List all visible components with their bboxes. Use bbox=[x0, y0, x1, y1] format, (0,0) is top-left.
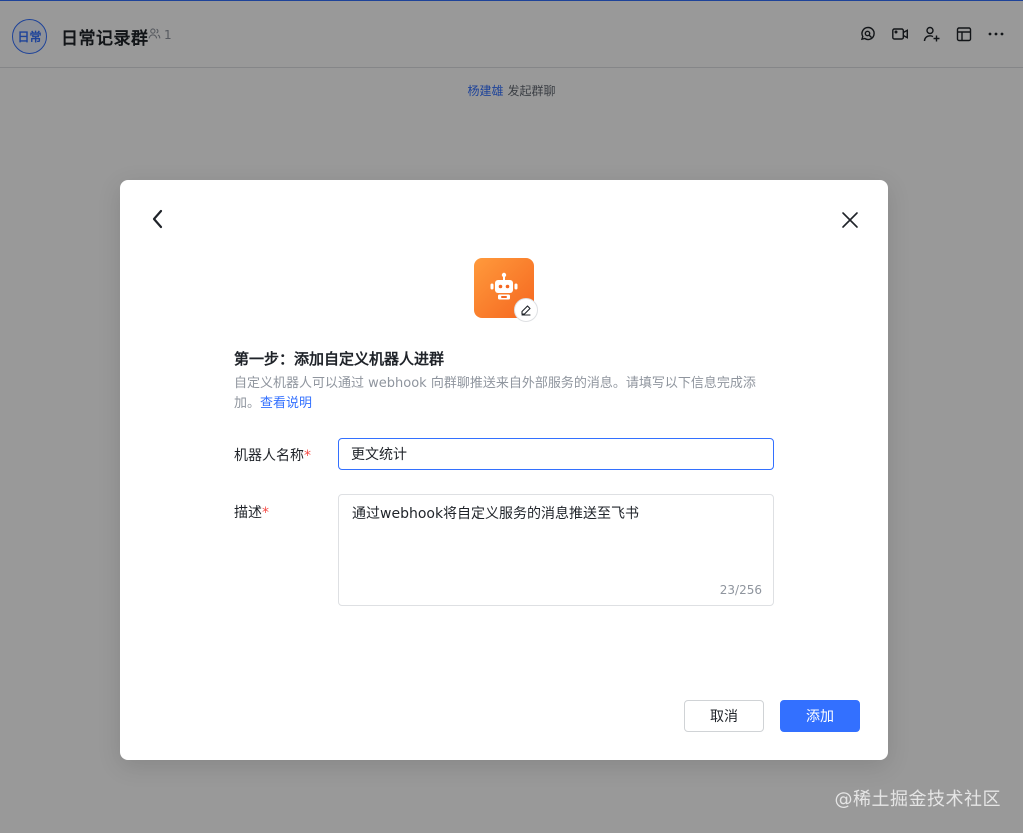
watermark: @稀土掘金技术社区 bbox=[834, 789, 1001, 810]
help-link[interactable]: 查看说明 bbox=[260, 396, 312, 411]
close-icon bbox=[842, 212, 858, 228]
description-label-text: 描述 bbox=[234, 505, 262, 521]
close-button[interactable] bbox=[840, 210, 860, 230]
description-label: 描述* bbox=[234, 502, 269, 522]
bot-name-input[interactable] bbox=[338, 438, 774, 470]
add-button[interactable]: 添加 bbox=[780, 700, 860, 732]
description-value: 通过webhook将自定义服务的消息推送至飞书 bbox=[352, 506, 640, 522]
description-textarea[interactable]: 通过webhook将自定义服务的消息推送至飞书 23/256 bbox=[338, 494, 774, 606]
bot-name-label: 机器人名称* bbox=[234, 445, 311, 465]
step-description: 自定义机器人可以通过 webhook 向群聊推送来自外部服务的消息。请填写以下信… bbox=[234, 374, 774, 414]
bot-name-label-text: 机器人名称 bbox=[234, 448, 304, 464]
back-button[interactable] bbox=[148, 208, 168, 230]
cancel-button[interactable]: 取消 bbox=[684, 700, 764, 732]
robot-icon bbox=[490, 272, 518, 300]
pencil-icon bbox=[521, 305, 531, 316]
char-counter: 23/256 bbox=[719, 583, 762, 597]
edit-avatar-button[interactable] bbox=[514, 298, 538, 322]
step-description-text: 自定义机器人可以通过 webhook 向群聊推送来自外部服务的消息。请填写以下信… bbox=[234, 376, 756, 411]
chevron-left-icon bbox=[152, 209, 163, 229]
step-title: 第一步：添加自定义机器人进群 bbox=[234, 350, 445, 368]
required-mark: * bbox=[262, 505, 269, 521]
add-bot-dialog: 第一步：添加自定义机器人进群 自定义机器人可以通过 webhook 向群聊推送来… bbox=[120, 180, 888, 760]
required-mark: * bbox=[304, 448, 311, 464]
